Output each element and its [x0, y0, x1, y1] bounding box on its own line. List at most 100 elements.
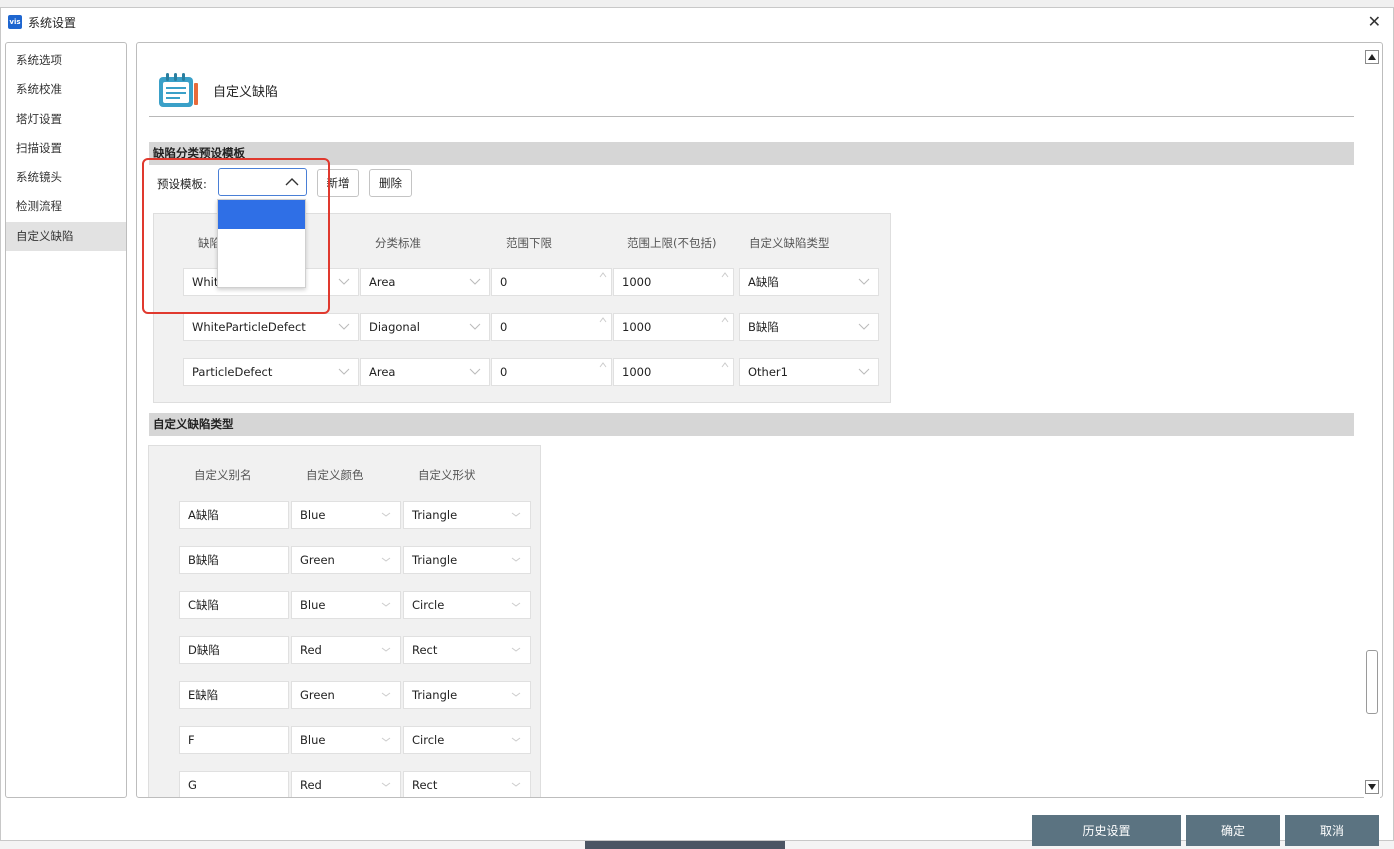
chevron-down-icon — [858, 368, 870, 375]
chevron-up-icon — [285, 178, 299, 186]
dropdown-option[interactable] — [218, 200, 305, 229]
min-input[interactable]: 0 — [491, 313, 612, 341]
custom-type-value: A缺陷 — [748, 275, 779, 289]
sidebar-item-scan-settings[interactable]: 扫描设置 — [6, 134, 126, 163]
sidebar-item-system-calibration[interactable]: 系统校准 — [6, 75, 126, 104]
triangle-down-icon — [1368, 784, 1376, 790]
alias-value: F — [188, 733, 195, 747]
custom-type-select[interactable]: B缺陷 — [739, 313, 879, 341]
scroll-down-button[interactable] — [1365, 780, 1379, 794]
sidebar-item-tower-light[interactable]: 塔灯设置 — [6, 105, 126, 134]
max-input[interactable]: 1000 — [613, 313, 734, 341]
chevron-down-icon — [338, 368, 350, 375]
preset-template-select[interactable] — [218, 168, 307, 196]
alias-input[interactable]: C缺陷 — [179, 591, 289, 619]
criterion-select[interactable]: Diagonal — [360, 313, 490, 341]
color-select[interactable]: Red — [291, 636, 401, 664]
preset-section-title: 缺陷分类预设模板 — [149, 142, 1354, 165]
color-select[interactable]: Red — [291, 771, 401, 797]
shape-select[interactable]: Triangle — [403, 501, 531, 529]
shape-select[interactable]: Circle — [403, 591, 531, 619]
criterion-value: Area — [369, 275, 396, 289]
shape-value: Rect — [412, 778, 438, 792]
alias-input[interactable]: G — [179, 771, 289, 797]
dropdown-option[interactable] — [218, 229, 305, 258]
chevron-down-icon — [858, 278, 870, 285]
chevron-down-icon — [381, 782, 391, 787]
chevron-down-icon — [511, 602, 521, 607]
color-value: Red — [300, 643, 322, 657]
page-title: 自定义缺陷 — [213, 84, 279, 100]
min-input[interactable]: 0 — [491, 358, 612, 386]
color-select[interactable]: Green — [291, 546, 401, 574]
alias-input[interactable]: D缺陷 — [179, 636, 289, 664]
alias-value: D缺陷 — [188, 643, 220, 657]
header-divider — [149, 116, 1354, 117]
alias-input[interactable]: B缺陷 — [179, 546, 289, 574]
criterion-select[interactable]: Area — [360, 358, 490, 386]
sidebar-item-system-lens[interactable]: 系统镜头 — [6, 163, 126, 192]
shape-select[interactable]: Triangle — [403, 681, 531, 709]
custom-type-value: Other1 — [748, 365, 788, 379]
add-preset-button[interactable]: 新增 — [317, 169, 359, 197]
title-bar: vis 系统设置 ✕ — [1, 8, 1393, 36]
chevron-down-icon — [381, 557, 391, 562]
shape-select[interactable]: Rect — [403, 636, 531, 664]
max-input[interactable]: 1000 — [613, 268, 734, 296]
color-value: Blue — [300, 733, 326, 747]
shape-value: Triangle — [412, 688, 458, 702]
sidebar-item-inspection-flow[interactable]: 检测流程 — [6, 192, 126, 221]
defect-value: WhiteParticleDefect — [192, 320, 306, 334]
min-value: 0 — [500, 275, 508, 289]
chevron-down-icon — [381, 512, 391, 517]
preset-dropdown-list — [217, 199, 306, 288]
shape-select[interactable]: Triangle — [403, 546, 531, 574]
history-settings-button[interactable]: 历史设置 — [1032, 815, 1181, 846]
triangle-up-icon — [1368, 54, 1376, 60]
criterion-value: Diagonal — [369, 320, 420, 334]
chevron-down-icon — [511, 557, 521, 562]
criterion-select[interactable]: Area — [360, 268, 490, 296]
color-select[interactable]: Blue — [291, 591, 401, 619]
alias-value: G — [188, 778, 197, 792]
chevron-down-icon — [381, 647, 391, 652]
custom-type-select[interactable]: Other1 — [739, 358, 879, 386]
shape-value: Circle — [412, 733, 445, 747]
min-input[interactable]: 0 — [491, 268, 612, 296]
custom-type-value: B缺陷 — [748, 320, 779, 334]
alias-input[interactable]: A缺陷 — [179, 501, 289, 529]
cancel-button[interactable]: 取消 — [1285, 815, 1379, 846]
custom-type-select[interactable]: A缺陷 — [739, 268, 879, 296]
defect-select[interactable]: ParticleDefect — [183, 358, 359, 386]
max-input[interactable]: 1000 — [613, 358, 734, 386]
sidebar-item-custom-defect[interactable]: 自定义缺陷 — [6, 221, 126, 252]
color-select[interactable]: Green — [291, 681, 401, 709]
close-icon[interactable]: ✕ — [1368, 12, 1381, 31]
color-value: Blue — [300, 508, 326, 522]
max-value: 1000 — [622, 365, 652, 379]
sidebar-item-system-options[interactable]: 系统选项 — [6, 46, 126, 75]
shape-select[interactable]: Rect — [403, 771, 531, 797]
ok-button[interactable]: 确定 — [1186, 815, 1280, 846]
scrollbar-thumb[interactable] — [1366, 650, 1378, 714]
background-toolbar — [585, 841, 785, 849]
alias-value: E缺陷 — [188, 688, 219, 702]
vertical-scrollbar[interactable] — [1364, 50, 1380, 805]
shape-select[interactable]: Circle — [403, 726, 531, 754]
spin-up-icon — [599, 317, 607, 323]
dropdown-option[interactable] — [218, 258, 305, 287]
delete-preset-button[interactable]: 删除 — [369, 169, 412, 197]
column-header-alias: 自定义别名 — [194, 468, 252, 482]
chevron-down-icon — [338, 323, 350, 330]
preset-label: 预设模板: — [157, 177, 207, 191]
spin-up-icon — [721, 272, 729, 278]
alias-input[interactable]: E缺陷 — [179, 681, 289, 709]
defect-select[interactable]: WhiteParticleDefect — [183, 313, 359, 341]
color-select[interactable]: Blue — [291, 501, 401, 529]
max-value: 1000 — [622, 275, 652, 289]
alias-input[interactable]: F — [179, 726, 289, 754]
chevron-down-icon — [511, 692, 521, 697]
min-value: 0 — [500, 320, 508, 334]
scroll-up-button[interactable] — [1365, 50, 1379, 64]
color-select[interactable]: Blue — [291, 726, 401, 754]
